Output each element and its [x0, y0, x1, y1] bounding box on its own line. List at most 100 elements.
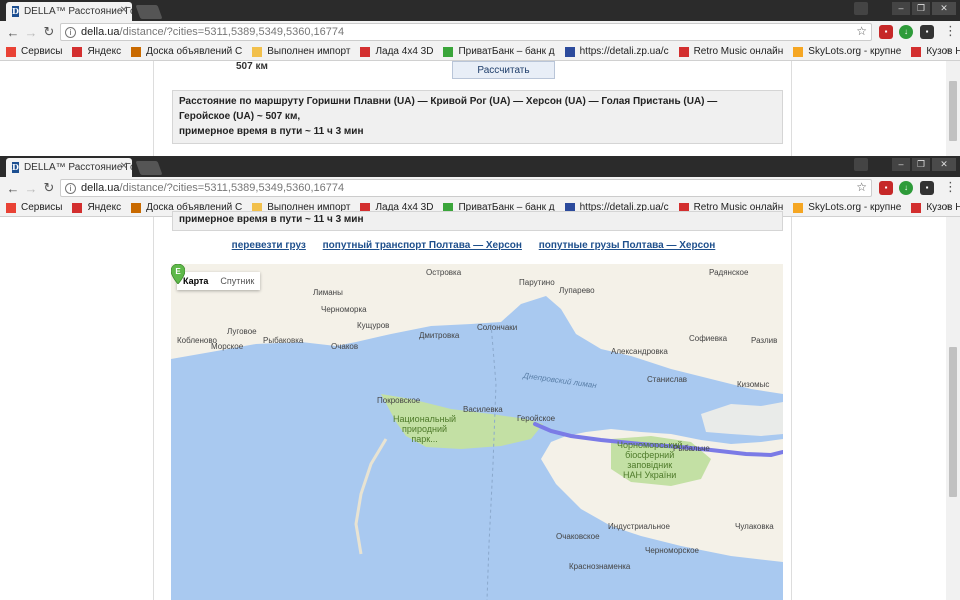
- address-bar[interactable]: i della.ua /distance/?cities=5311,5389,5…: [60, 179, 872, 197]
- info-icon[interactable]: i: [65, 26, 76, 38]
- bookmark-star-icon[interactable]: ☆: [856, 24, 867, 38]
- tab-close-icon[interactable]: ✕: [120, 5, 128, 16]
- menu-dots-icon[interactable]: ⋮: [944, 23, 957, 39]
- place-label: Черноморка: [321, 305, 367, 314]
- bookmark-item[interactable]: Retro Music онлайн: [678, 46, 783, 57]
- bookmark-item[interactable]: Доска объявлений С: [131, 46, 242, 57]
- extension-adblock-icon[interactable]: ▪: [879, 25, 893, 39]
- minimize-button[interactable]: –: [892, 158, 910, 171]
- browser-toolbar: ← → ↻ i della.ua /distance/?cities=5311,…: [0, 21, 960, 43]
- address-bar[interactable]: i della.ua /distance/?cities=5311,5389,5…: [60, 23, 872, 41]
- park-label-line: заповідник: [627, 460, 673, 470]
- related-links: перевезти груз попутный транспорт Полтав…: [154, 240, 793, 251]
- bookmark-item[interactable]: Яндекс: [72, 46, 121, 57]
- title-bar: D DELLA™ Расстояние Гор ✕ – ❐ ✕: [0, 156, 960, 177]
- minimize-button[interactable]: –: [892, 2, 910, 15]
- route-map[interactable]: Карта Спутник Радянское Островка Паpутин…: [171, 264, 783, 600]
- scrollbar-thumb[interactable]: [949, 347, 957, 497]
- bookmark-star-icon[interactable]: ☆: [856, 180, 867, 194]
- window-controls: – ❐ ✕: [892, 158, 956, 171]
- park-label-line: НАН України: [623, 470, 677, 480]
- extension-badge-icon[interactable]: ▪: [920, 181, 934, 195]
- reload-icon[interactable]: ↻: [40, 24, 58, 40]
- bookmark-label: https://detali.zp.ua/c: [579, 46, 669, 57]
- browser-toolbar: ← → ↻ i della.ua /distance/?cities=5311,…: [0, 177, 960, 199]
- bookmark-label: ПриватБанк – банк д: [458, 46, 555, 57]
- back-arrow-icon[interactable]: ←: [4, 25, 22, 40]
- bookmark-item[interactable]: Выполнен импорт: [252, 46, 350, 57]
- park-label-line: Национальный: [393, 414, 457, 424]
- place-label: Станислав: [647, 375, 688, 384]
- tab-close-icon[interactable]: ✕: [120, 161, 128, 172]
- calculate-button[interactable]: Рассчитать: [452, 61, 555, 79]
- more-bookmarks-icon[interactable]: »: [944, 45, 950, 56]
- bookmark-item[interactable]: Лада 4x4 3D: [360, 46, 433, 57]
- apps-grid-icon: [6, 46, 16, 57]
- forward-arrow-icon[interactable]: →: [22, 25, 40, 40]
- park-label-reserve: Чорноморський біосферний заповідник НАН …: [617, 440, 682, 480]
- park-label-line: природний: [402, 424, 448, 434]
- profile-icon[interactable]: [854, 158, 868, 171]
- destination-marker-icon[interactable]: E: [171, 264, 185, 284]
- place-label: Лупарево: [559, 286, 595, 295]
- bookmark-item[interactable]: ПриватБанк – банк д: [443, 46, 555, 57]
- browser-tab[interactable]: D DELLA™ Расстояние Гор ✕: [6, 158, 132, 177]
- bookmark-item[interactable]: https://detali.zp.ua/c: [564, 46, 669, 57]
- bookmark-item[interactable]: SkyLots.org - крупне: [793, 46, 901, 57]
- forward-arrow-icon[interactable]: →: [22, 181, 40, 196]
- tab-title: DELLA™ Расстояние Гор: [23, 162, 132, 173]
- scrollbar-thumb[interactable]: [949, 81, 957, 141]
- place-label: Черноморское: [645, 546, 699, 555]
- scrollbar[interactable]: [946, 217, 960, 600]
- browser-tab[interactable]: D DELLA™ Расстояние Гор ✕: [6, 2, 132, 21]
- bookmark-item[interactable]: Сервисы: [6, 46, 62, 57]
- della-favicon-icon: D: [12, 162, 19, 173]
- extension-download-icon[interactable]: ↓: [899, 181, 913, 195]
- map-tab-satellite[interactable]: Спутник: [214, 272, 260, 290]
- more-bookmarks-icon[interactable]: »: [944, 201, 950, 212]
- d-logo-icon: [360, 46, 371, 57]
- extension-badge-icon[interactable]: ▪: [920, 25, 934, 39]
- bookmark-item[interactable]: Яндекс: [72, 202, 121, 213]
- della-favicon-icon: D: [12, 6, 19, 17]
- profile-icon[interactable]: [854, 2, 868, 15]
- route-result-box: Расстояние по маршруту Горишни Плавни (U…: [172, 90, 783, 144]
- result-line-2: Геройское (UA) ~ 507 км,: [179, 111, 301, 122]
- page-content: примерное время в пути ~ 11 ч 3 мин пере…: [153, 211, 793, 600]
- bookmark-item[interactable]: Кузов Нива ВАЗ 212: [911, 202, 960, 213]
- back-arrow-icon[interactable]: ←: [4, 181, 22, 196]
- tv-icon: [678, 46, 689, 57]
- cargo-link[interactable]: перевезти груз: [232, 240, 306, 251]
- extension-download-icon[interactable]: ↓: [899, 25, 913, 39]
- reload-icon[interactable]: ↻: [40, 180, 58, 196]
- olx-icon: [131, 202, 142, 213]
- yandex-icon: [72, 46, 83, 57]
- place-label: Чулаковка: [735, 522, 774, 531]
- info-icon[interactable]: i: [65, 182, 76, 194]
- skylots-icon: [793, 202, 804, 213]
- url-host: della.ua: [81, 182, 120, 194]
- bookmark-item[interactable]: Сервисы: [6, 202, 62, 213]
- bookmark-item[interactable]: SkyLots.org - крупне: [793, 202, 901, 213]
- new-tab-button[interactable]: [135, 161, 163, 175]
- 4x4-icon: [911, 46, 922, 57]
- close-window-button[interactable]: ✕: [932, 2, 956, 15]
- place-label: Луговое: [227, 327, 257, 336]
- place-label: Кизомыс: [737, 380, 770, 389]
- window-controls: – ❐ ✕: [892, 2, 956, 15]
- place-label: Покровское: [377, 396, 421, 405]
- restore-button[interactable]: ❐: [912, 158, 930, 171]
- close-window-button[interactable]: ✕: [932, 158, 956, 171]
- extension-adblock-icon[interactable]: ▪: [879, 181, 893, 195]
- menu-dots-icon[interactable]: ⋮: [944, 179, 957, 195]
- new-tab-button[interactable]: [135, 5, 163, 19]
- loads-link[interactable]: попутные грузы Полтава — Херсон: [539, 240, 716, 251]
- page-viewport: примерное время в пути ~ 11 ч 3 мин пере…: [0, 211, 960, 600]
- restore-button[interactable]: ❐: [912, 2, 930, 15]
- bookmark-label: Кузов Нива ВАЗ 212: [926, 46, 960, 57]
- transport-link[interactable]: попутный транспорт Полтава — Херсон: [323, 240, 522, 251]
- bookmark-item[interactable]: Кузов Нива ВАЗ 212: [911, 46, 960, 57]
- place-label: Очаков: [331, 342, 359, 351]
- scrollbar[interactable]: [946, 61, 960, 156]
- olx-icon: [131, 46, 142, 57]
